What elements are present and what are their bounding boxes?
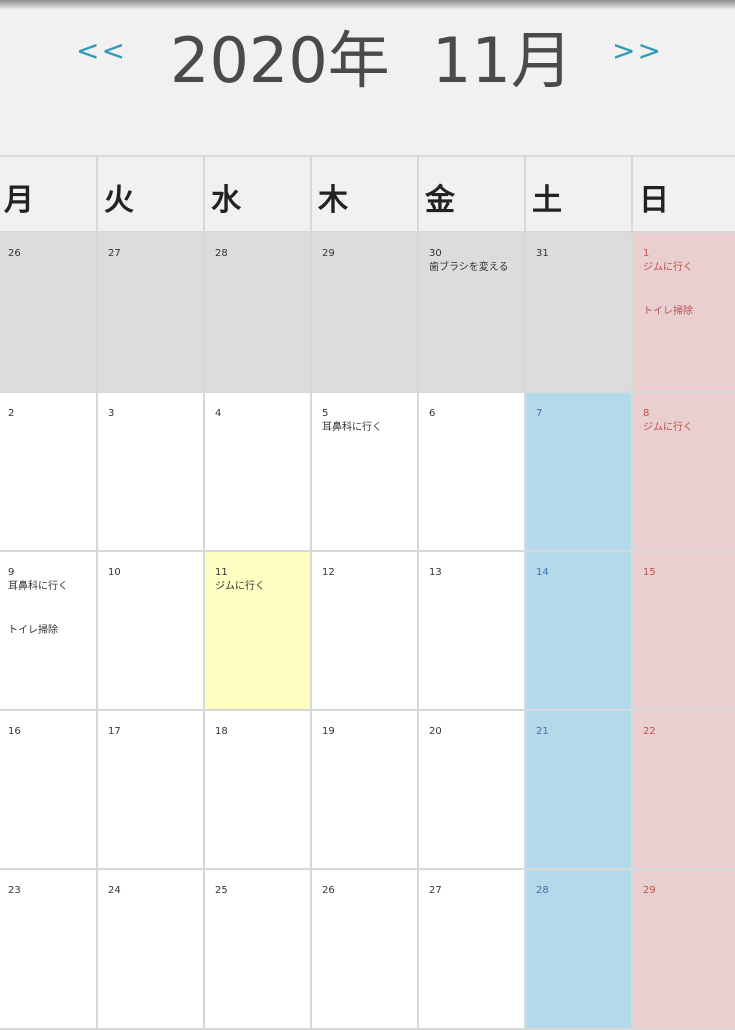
weekday-label: 金 (425, 183, 455, 218)
day-cell[interactable]: 21 (526, 711, 633, 870)
day-number: 22 (643, 726, 656, 737)
day-number: 26 (8, 248, 21, 259)
event-item[interactable]: ジムに行く (643, 421, 693, 434)
day-cell[interactable]: 19 (312, 711, 419, 870)
month-label: 11月 (432, 24, 573, 97)
day-number: 21 (536, 726, 549, 737)
day-cell[interactable]: 24 (98, 870, 205, 1030)
day-cell[interactable]: 18 (205, 711, 312, 870)
year-label: 2020年 (170, 24, 390, 97)
day-cell[interactable]: 15 (633, 552, 735, 711)
day-number: 2 (8, 408, 15, 419)
event-item[interactable]: トイレ掃除 (643, 305, 693, 318)
day-cell[interactable]: 16 (0, 711, 98, 870)
calendar-header: << 2020年 11月 >> (0, 0, 735, 110)
day-cell[interactable]: 6 (419, 393, 526, 552)
day-cell[interactable]: 23 (0, 870, 98, 1030)
day-cell[interactable]: 22 (633, 711, 735, 870)
day-cell[interactable]: 30 歯ブラシを変える (419, 233, 526, 393)
day-number: 9 (8, 567, 15, 578)
day-number: 25 (215, 885, 228, 896)
weekday-header-mon: 月 (0, 155, 98, 233)
event-item[interactable]: 耳鼻科に行く (322, 421, 382, 434)
day-cell[interactable]: 8 ジムに行く (633, 393, 735, 552)
weekday-label: 土 (532, 183, 562, 218)
day-number: 24 (108, 885, 121, 896)
day-cell[interactable]: 2 (0, 393, 98, 552)
day-number: 14 (536, 567, 549, 578)
weekday-label: 月 (4, 183, 34, 218)
weekday-label: 日 (639, 183, 669, 218)
day-number: 18 (215, 726, 228, 737)
weekday-header-tue: 火 (98, 155, 205, 233)
day-cell[interactable]: 31 (526, 233, 633, 393)
day-number: 26 (322, 885, 335, 896)
day-cell[interactable]: 11 ジムに行く (205, 552, 312, 711)
day-cell[interactable]: 3 (98, 393, 205, 552)
day-cell[interactable]: 12 (312, 552, 419, 711)
day-number: 8 (643, 408, 650, 419)
day-cell[interactable]: 28 (205, 233, 312, 393)
prev-month-button[interactable]: << (76, 34, 127, 67)
event-item[interactable]: ジムに行く (215, 580, 265, 593)
day-number: 15 (643, 567, 656, 578)
day-number: 11 (215, 567, 228, 578)
weekday-label: 木 (318, 183, 348, 218)
event-item[interactable]: 歯ブラシを変える (429, 261, 509, 274)
day-number: 27 (108, 248, 121, 259)
day-cell[interactable]: 27 (98, 233, 205, 393)
day-number: 1 (643, 248, 650, 259)
weekday-label: 火 (104, 183, 134, 218)
day-number: 29 (322, 248, 335, 259)
weekday-header-fri: 金 (419, 155, 526, 233)
day-number: 17 (108, 726, 121, 737)
day-number: 5 (322, 408, 329, 419)
day-cell[interactable]: 20 (419, 711, 526, 870)
day-cell[interactable]: 17 (98, 711, 205, 870)
weekday-header-sun: 日 (633, 155, 735, 233)
weekday-header-sat: 土 (526, 155, 633, 233)
day-number: 16 (8, 726, 21, 737)
day-number: 23 (8, 885, 21, 896)
event-item[interactable]: トイレ掃除 (8, 624, 58, 637)
event-item[interactable]: 耳鼻科に行く (8, 580, 68, 593)
day-cell[interactable]: 29 (633, 870, 735, 1030)
day-number: 29 (643, 885, 656, 896)
next-month-button[interactable]: >> (612, 34, 663, 67)
day-cell[interactable]: 9 耳鼻科に行く トイレ掃除 (0, 552, 98, 711)
weekday-header-thu: 木 (312, 155, 419, 233)
weekday-label: 水 (211, 183, 241, 218)
day-cell[interactable]: 10 (98, 552, 205, 711)
weekday-header-wed: 水 (205, 155, 312, 233)
day-cell[interactable]: 25 (205, 870, 312, 1030)
day-cell[interactable]: 28 (526, 870, 633, 1030)
day-cell[interactable]: 13 (419, 552, 526, 711)
day-number: 27 (429, 885, 442, 896)
day-cell[interactable]: 1 ジムに行くトイレ掃除 (633, 233, 735, 393)
day-number: 6 (429, 408, 436, 419)
day-cell[interactable]: 27 (419, 870, 526, 1030)
day-number: 13 (429, 567, 442, 578)
day-number: 3 (108, 408, 115, 419)
day-cell[interactable]: 7 (526, 393, 633, 552)
day-cell[interactable]: 14 (526, 552, 633, 711)
day-number: 31 (536, 248, 549, 259)
day-cell[interactable]: 5 耳鼻科に行く (312, 393, 419, 552)
day-cell[interactable]: 29 (312, 233, 419, 393)
day-number: 20 (429, 726, 442, 737)
calendar-grid: 月火水木金土日 26 27 28 29 30 歯ブラシを変える 31 1 ジムに行く トイレ掃除 2 3… (0, 155, 735, 1030)
day-number: 7 (536, 408, 543, 419)
day-number: 28 (536, 885, 549, 896)
day-number: 10 (108, 567, 121, 578)
day-number: 19 (322, 726, 335, 737)
day-cell[interactable]: 26 (312, 870, 419, 1030)
day-number: 28 (215, 248, 228, 259)
day-number: 4 (215, 408, 222, 419)
day-number: 12 (322, 567, 335, 578)
day-cell[interactable]: 26 (0, 233, 98, 393)
day-cell[interactable]: 4 (205, 393, 312, 552)
event-item[interactable]: ジムに行く (643, 261, 693, 274)
day-number: 30 (429, 248, 442, 259)
